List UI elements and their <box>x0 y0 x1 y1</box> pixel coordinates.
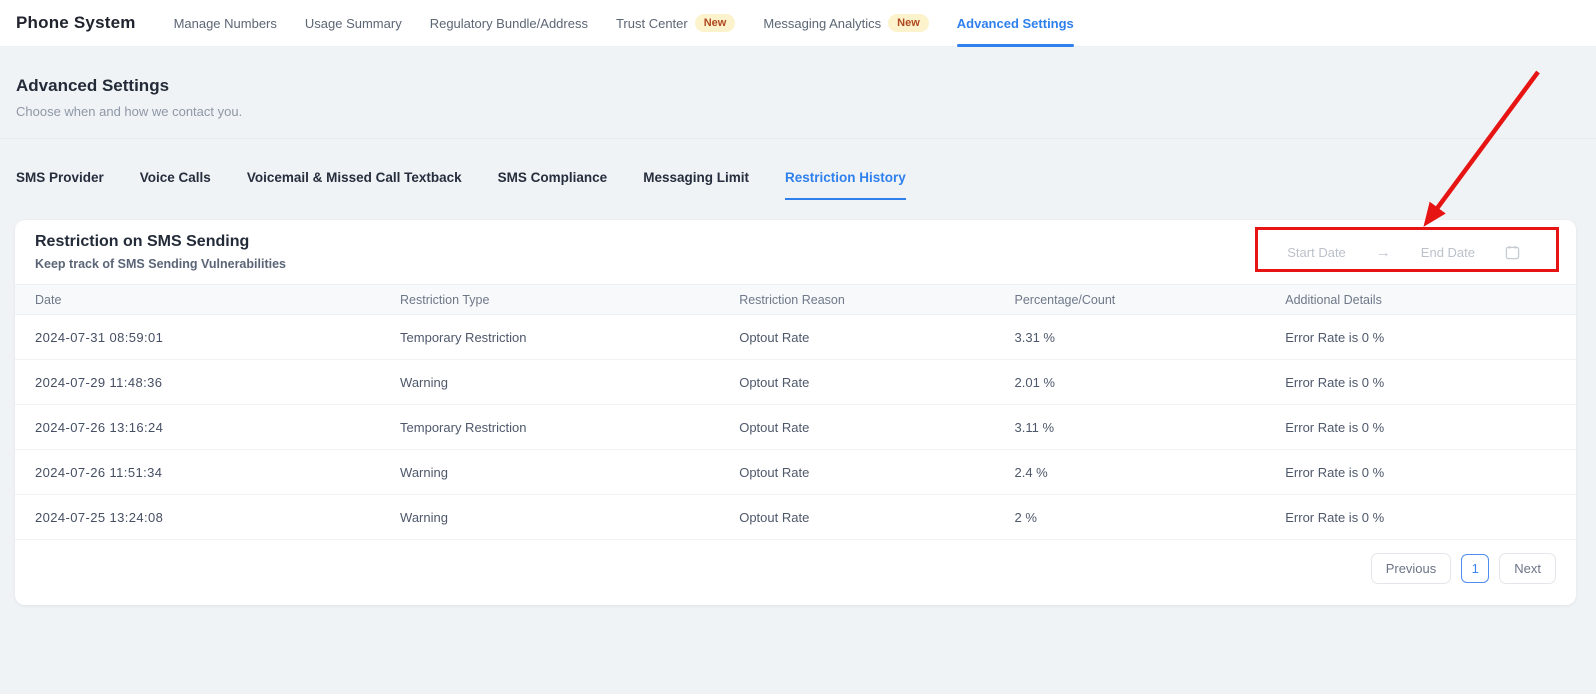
new-badge: New <box>695 14 736 32</box>
cell-restriction-reason: Optout Rate <box>739 330 1014 345</box>
cell-additional-details: Error Rate is 0 % <box>1285 375 1556 390</box>
pagination: Previous 1 Next <box>15 540 1576 584</box>
cell-restriction-reason: Optout Rate <box>739 420 1014 435</box>
column-header-percentage-count: Percentage/Count <box>1015 293 1286 307</box>
nav-item-label: Usage Summary <box>305 16 402 31</box>
nav-item-manage-numbers[interactable]: Manage Numbers <box>174 0 277 47</box>
tab-voicemail-missed-call-textback[interactable]: Voicemail & Missed Call Textback <box>247 170 462 200</box>
nav-item-label: Regulatory Bundle/Address <box>430 16 588 31</box>
tab-sms-provider[interactable]: SMS Provider <box>16 170 104 200</box>
nav-item-trust-center[interactable]: Trust Center New <box>616 0 735 47</box>
nav-item-messaging-analytics[interactable]: Messaging Analytics New <box>763 0 928 47</box>
cell-restriction-type: Temporary Restriction <box>400 420 739 435</box>
nav-item-label: Messaging Analytics <box>763 16 881 31</box>
app-title: Phone System <box>16 13 136 33</box>
table-row: 2024-07-26 13:16:24 Temporary Restrictio… <box>15 405 1576 450</box>
column-header-date: Date <box>35 293 400 307</box>
table-header-row: Date Restriction Type Restriction Reason… <box>15 284 1576 315</box>
start-date-input[interactable]: Start Date <box>1287 245 1346 260</box>
page-title: Advanced Settings <box>16 76 242 96</box>
current-page-button[interactable]: 1 <box>1461 554 1489 583</box>
date-range-picker[interactable]: Start Date → End Date <box>1287 244 1520 261</box>
cell-restriction-type: Temporary Restriction <box>400 330 739 345</box>
top-navigation: Phone System Manage Numbers Usage Summar… <box>0 0 1596 47</box>
cell-restriction-type: Warning <box>400 375 739 390</box>
cell-restriction-type: Warning <box>400 465 739 480</box>
tab-voice-calls[interactable]: Voice Calls <box>140 170 211 200</box>
cell-date: 2024-07-29 11:48:36 <box>35 375 400 390</box>
next-page-button[interactable]: Next <box>1499 553 1556 584</box>
table-row: 2024-07-25 13:24:08 Warning Optout Rate … <box>15 495 1576 540</box>
annotation-arrow <box>1400 58 1550 238</box>
cell-additional-details: Error Rate is 0 % <box>1285 465 1556 480</box>
calendar-icon[interactable] <box>1505 245 1520 260</box>
column-header-additional-details: Additional Details <box>1285 293 1556 307</box>
cell-date: 2024-07-26 13:16:24 <box>35 420 400 435</box>
column-header-restriction-reason: Restriction Reason <box>739 293 1014 307</box>
cell-restriction-type: Warning <box>400 510 739 525</box>
nav-item-label: Advanced Settings <box>957 16 1074 31</box>
nav-item-label: Manage Numbers <box>174 16 277 31</box>
tab-restriction-history[interactable]: Restriction History <box>785 170 906 200</box>
new-badge: New <box>888 14 929 32</box>
tab-messaging-limit[interactable]: Messaging Limit <box>643 170 749 200</box>
tab-sms-compliance[interactable]: SMS Compliance <box>498 170 608 200</box>
table-row: 2024-07-26 11:51:34 Warning Optout Rate … <box>15 450 1576 495</box>
cell-date: 2024-07-25 13:24:08 <box>35 510 400 525</box>
cell-additional-details: Error Rate is 0 % <box>1285 510 1556 525</box>
nav-item-label: Trust Center <box>616 16 688 31</box>
cell-additional-details: Error Rate is 0 % <box>1285 420 1556 435</box>
cell-percentage: 3.11 % <box>1015 420 1286 435</box>
table-row: 2024-07-31 08:59:01 Temporary Restrictio… <box>15 315 1576 360</box>
nav-item-regulatory-bundle-address[interactable]: Regulatory Bundle/Address <box>430 0 588 47</box>
cell-percentage: 2 % <box>1015 510 1286 525</box>
nav-item-usage-summary[interactable]: Usage Summary <box>305 0 402 47</box>
panel-header: Restriction on SMS Sending Keep track of… <box>15 220 1576 284</box>
cell-percentage: 2.01 % <box>1015 375 1286 390</box>
cell-additional-details: Error Rate is 0 % <box>1285 330 1556 345</box>
page-subtitle: Choose when and how we contact you. <box>16 104 242 119</box>
previous-page-button[interactable]: Previous <box>1371 553 1452 584</box>
nav-item-advanced-settings[interactable]: Advanced Settings <box>957 0 1074 47</box>
cell-percentage: 2.4 % <box>1015 465 1286 480</box>
restriction-history-panel: Restriction on SMS Sending Keep track of… <box>15 220 1576 605</box>
panel-subtitle: Keep track of SMS Sending Vulnerabilitie… <box>35 257 286 271</box>
column-header-restriction-type: Restriction Type <box>400 293 739 307</box>
cell-percentage: 3.31 % <box>1015 330 1286 345</box>
table-row: 2024-07-29 11:48:36 Warning Optout Rate … <box>15 360 1576 405</box>
end-date-input[interactable]: End Date <box>1421 245 1475 260</box>
arrow-right-icon: → <box>1376 244 1391 261</box>
header-divider <box>0 138 1596 139</box>
cell-restriction-reason: Optout Rate <box>739 375 1014 390</box>
panel-header-text: Restriction on SMS Sending Keep track of… <box>35 233 286 271</box>
settings-tabs: SMS Provider Voice Calls Voicemail & Mis… <box>16 170 906 200</box>
cell-date: 2024-07-31 08:59:01 <box>35 330 400 345</box>
cell-restriction-reason: Optout Rate <box>739 510 1014 525</box>
page-header: Advanced Settings Choose when and how we… <box>16 76 242 119</box>
panel-title: Restriction on SMS Sending <box>35 233 286 251</box>
cell-date: 2024-07-26 11:51:34 <box>35 465 400 480</box>
cell-restriction-reason: Optout Rate <box>739 465 1014 480</box>
